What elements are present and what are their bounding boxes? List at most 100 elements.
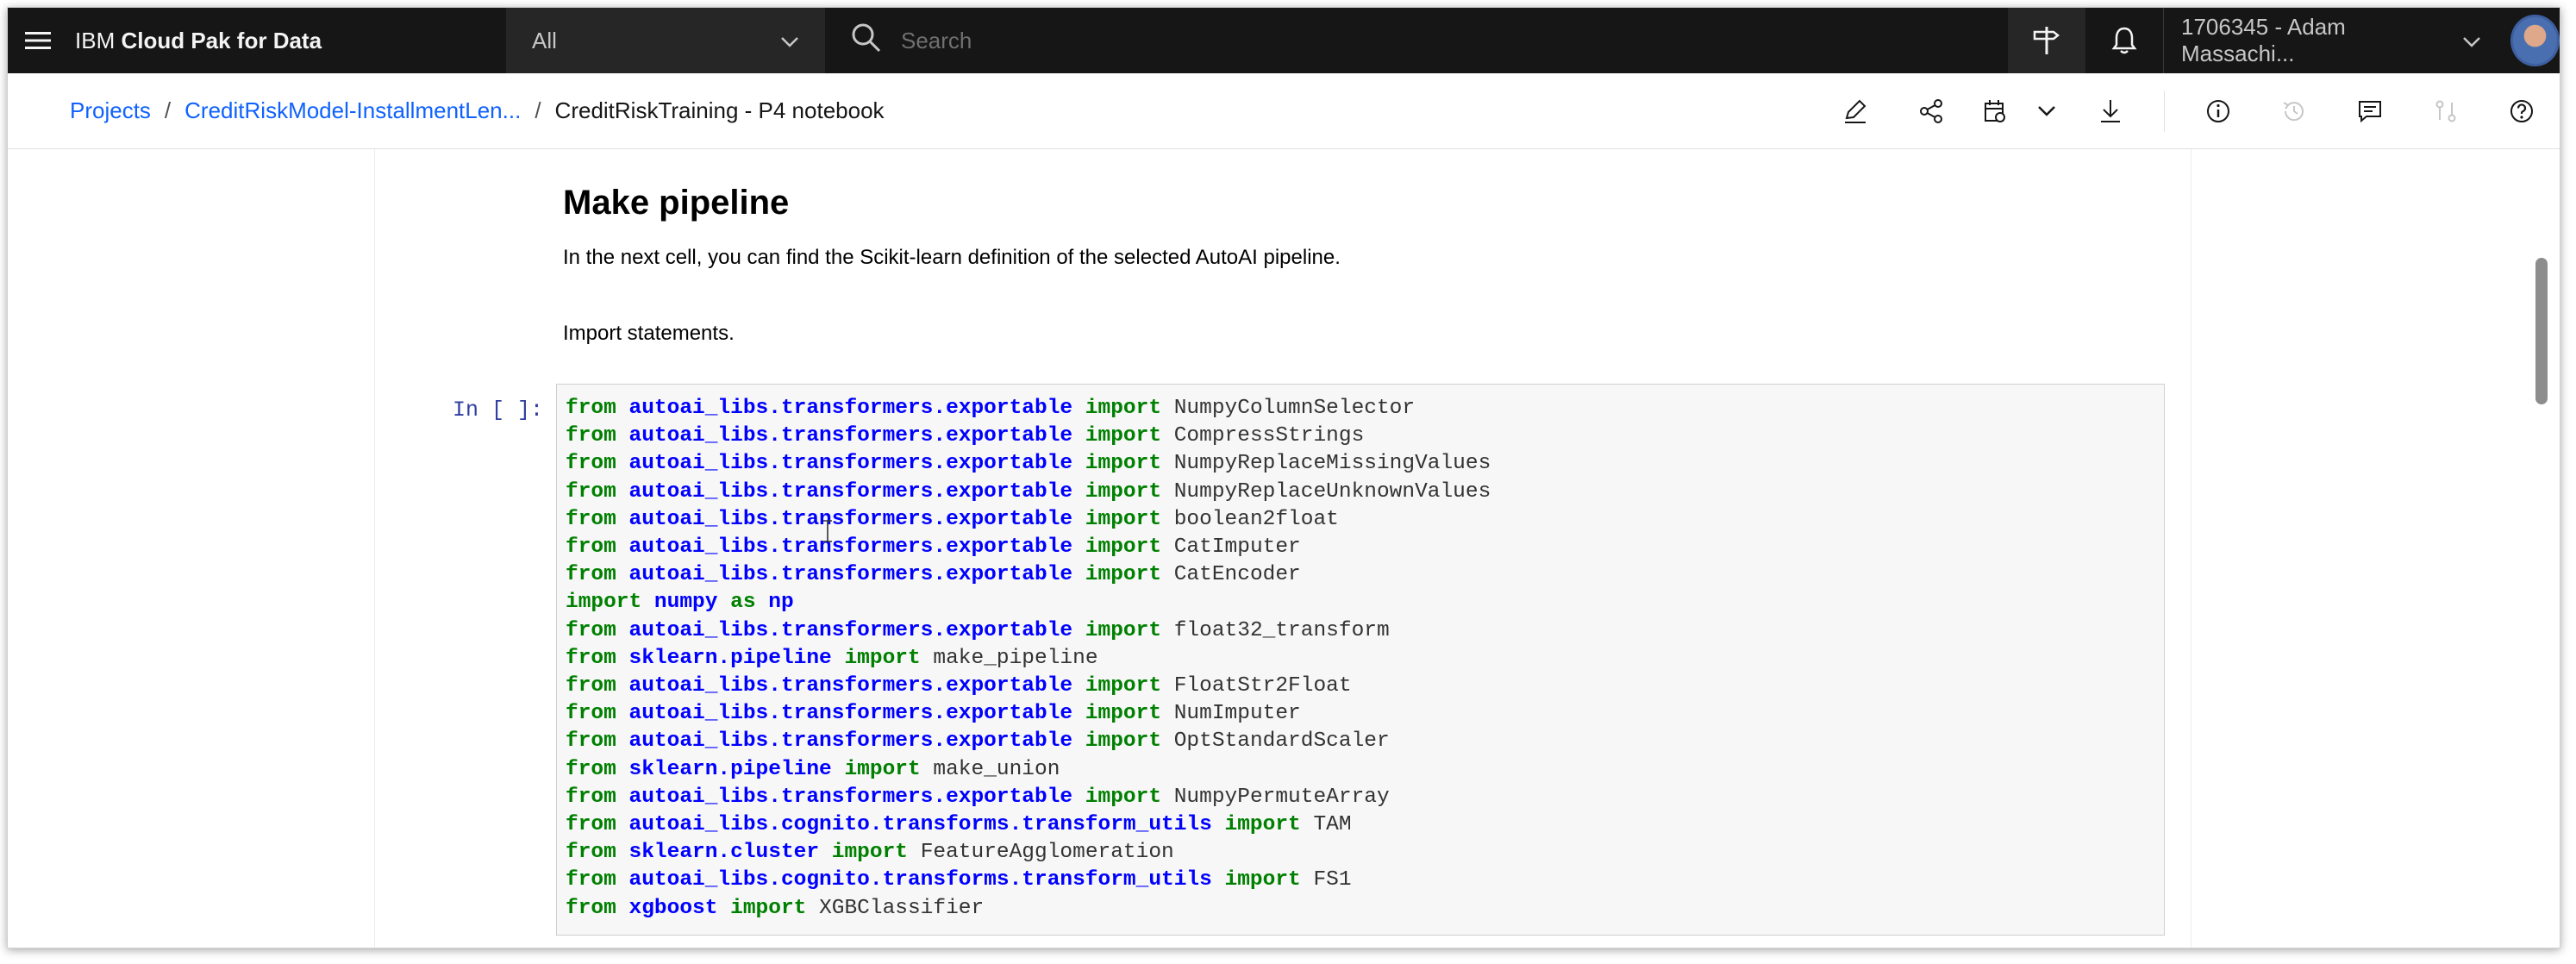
- code-token: NumpyReplaceMissingValues: [1173, 452, 1491, 476]
- code-token: FeatureAgglomeration: [920, 841, 1174, 865]
- code-line: from autoai_libs.transformers.exportable…: [566, 506, 2164, 534]
- code-token: CatEncoder: [1173, 563, 1301, 587]
- code-line: from autoai_libs.transformers.exportable…: [566, 423, 2164, 450]
- code-token: from: [566, 729, 629, 754]
- code-token: from: [566, 563, 629, 587]
- code-token: import: [1072, 618, 1174, 642]
- info-icon[interactable]: [2180, 73, 2256, 149]
- code-token: import: [566, 591, 654, 615]
- code-token: FloatStr2Float: [1173, 674, 1352, 698]
- chevron-down-icon[interactable]: [2021, 73, 2073, 149]
- notification-icon[interactable]: [2085, 8, 2163, 73]
- code-token: autoai_libs.cognito.transforms.transform…: [628, 868, 1212, 892]
- code-line: from sklearn.pipeline import make_union: [566, 756, 2164, 784]
- breadcrumb-project-link[interactable]: CreditRiskModel-InstallmentLen...: [184, 97, 521, 124]
- code-line: from autoai_libs.transformers.exportable…: [566, 534, 2164, 561]
- search-scope-dropdown[interactable]: All: [506, 8, 825, 73]
- code-token: from: [566, 646, 629, 670]
- schedule-icon[interactable]: [1969, 73, 2021, 149]
- code-token: OptStandardScaler: [1173, 729, 1390, 754]
- code-line: from autoai_libs.transformers.exportable…: [566, 784, 2164, 811]
- markdown-paragraph: Import statements.: [563, 322, 735, 345]
- comment-icon[interactable]: [2332, 73, 2408, 149]
- code-token: autoai_libs.transformers.exportable: [628, 785, 1073, 809]
- search-input[interactable]: Search: [825, 8, 2008, 73]
- menu-icon[interactable]: [18, 8, 58, 73]
- cell-prompt: In [ ]:: [453, 397, 544, 423]
- code-line: from autoai_libs.cognito.transforms.tran…: [566, 867, 2164, 894]
- product-title: Cloud Pak for Data: [121, 27, 322, 53]
- download-icon[interactable]: [2073, 73, 2148, 149]
- code-token: np: [768, 591, 794, 615]
- code-token: NumpyPermuteArray: [1173, 785, 1390, 809]
- scrollbar-thumb[interactable]: [2535, 258, 2548, 404]
- chevron-down-icon: [780, 28, 799, 54]
- code-cell-editor[interactable]: from autoai_libs.transformers.exportable…: [556, 384, 2165, 936]
- breadcrumb-projects-link[interactable]: Projects: [70, 97, 151, 124]
- code-token: numpy: [653, 591, 718, 615]
- action-toolbar: [1817, 73, 2560, 149]
- code-token: from: [566, 702, 629, 726]
- code-token: autoai_libs.cognito.transforms.transform…: [628, 813, 1212, 837]
- code-token: import: [1072, 507, 1174, 531]
- code-token: import: [1072, 785, 1174, 809]
- code-token: autoai_libs.transformers.exportable: [628, 702, 1073, 726]
- breadcrumb-separator: /: [535, 97, 541, 123]
- history-icon: [2256, 73, 2332, 149]
- markdown-heading: Make pipeline: [563, 184, 790, 222]
- code-line: from autoai_libs.transformers.exportable…: [566, 561, 2164, 589]
- code-token: from: [566, 896, 629, 920]
- code-token: TAM: [1313, 813, 1352, 837]
- code-token: import: [1211, 813, 1314, 837]
- code-token: import: [1072, 397, 1174, 420]
- code-line: from xgboost import XGBClassifier: [566, 895, 2164, 923]
- code-token: import: [1072, 452, 1174, 476]
- code-token: XGBClassifier: [819, 896, 985, 920]
- compare-icon: [2408, 73, 2484, 149]
- search-placeholder: Search: [901, 27, 972, 53]
- code-token: import: [831, 757, 934, 781]
- code-token: autoai_libs.transformers.exportable: [628, 535, 1073, 560]
- code-token: import: [1072, 729, 1174, 754]
- signpost-icon[interactable]: [2008, 8, 2085, 73]
- product-prefix: IBM: [75, 27, 122, 53]
- code-token: autoai_libs.transformers.exportable: [628, 729, 1073, 754]
- share-icon[interactable]: [1893, 73, 1969, 149]
- code-token: sklearn.pipeline: [628, 646, 832, 670]
- code-token: import: [717, 896, 820, 920]
- code-token: autoai_libs.transformers.exportable: [628, 452, 1073, 476]
- code-token: from: [566, 813, 629, 837]
- product-name[interactable]: IBM Cloud Pak for Data: [75, 28, 506, 54]
- code-token: CompressStrings: [1173, 424, 1365, 448]
- code-line: from autoai_libs.transformers.exportable…: [566, 450, 2164, 478]
- toolbar-divider: [2164, 91, 2165, 132]
- code-token: CatImputer: [1173, 535, 1301, 560]
- code-token: autoai_libs.transformers.exportable: [628, 424, 1073, 448]
- code-token: NumImputer: [1173, 702, 1301, 726]
- breadcrumb-current: CreditRiskTraining - P4 notebook: [554, 97, 885, 123]
- code-token: from: [566, 507, 629, 531]
- help-icon[interactable]: [2484, 73, 2560, 149]
- code-token: autoai_libs.transformers.exportable: [628, 618, 1073, 642]
- code-token: boolean2float: [1173, 507, 1339, 531]
- avatar[interactable]: [2510, 15, 2560, 66]
- scope-label: All: [532, 27, 557, 53]
- code-token: make_pipeline: [933, 646, 1098, 670]
- code-token: autoai_libs.transformers.exportable: [628, 397, 1073, 420]
- code-token: NumpyReplaceUnknownValues: [1173, 479, 1491, 504]
- code-token: NumpyColumnSelector: [1173, 397, 1416, 420]
- code-token: float32_transform: [1173, 618, 1390, 642]
- code-token: from: [566, 535, 629, 560]
- code-line: from sklearn.cluster import FeatureAgglo…: [566, 839, 2164, 867]
- code-token: import: [1072, 535, 1174, 560]
- code-token: import: [1072, 702, 1174, 726]
- account-switcher[interactable]: 1706345 - Adam Massachi...: [2163, 8, 2560, 73]
- code-token: sklearn.cluster: [628, 841, 820, 865]
- code-token: autoai_libs.transformers.exportable: [628, 479, 1073, 504]
- code-line: from autoai_libs.transformers.exportable…: [566, 728, 2164, 755]
- code-token: autoai_libs.transformers.exportable: [628, 563, 1073, 587]
- code-token: from: [566, 841, 629, 865]
- edit-icon[interactable]: [1817, 73, 1893, 149]
- code-token: as: [717, 591, 769, 615]
- text-cursor-icon: [822, 520, 834, 542]
